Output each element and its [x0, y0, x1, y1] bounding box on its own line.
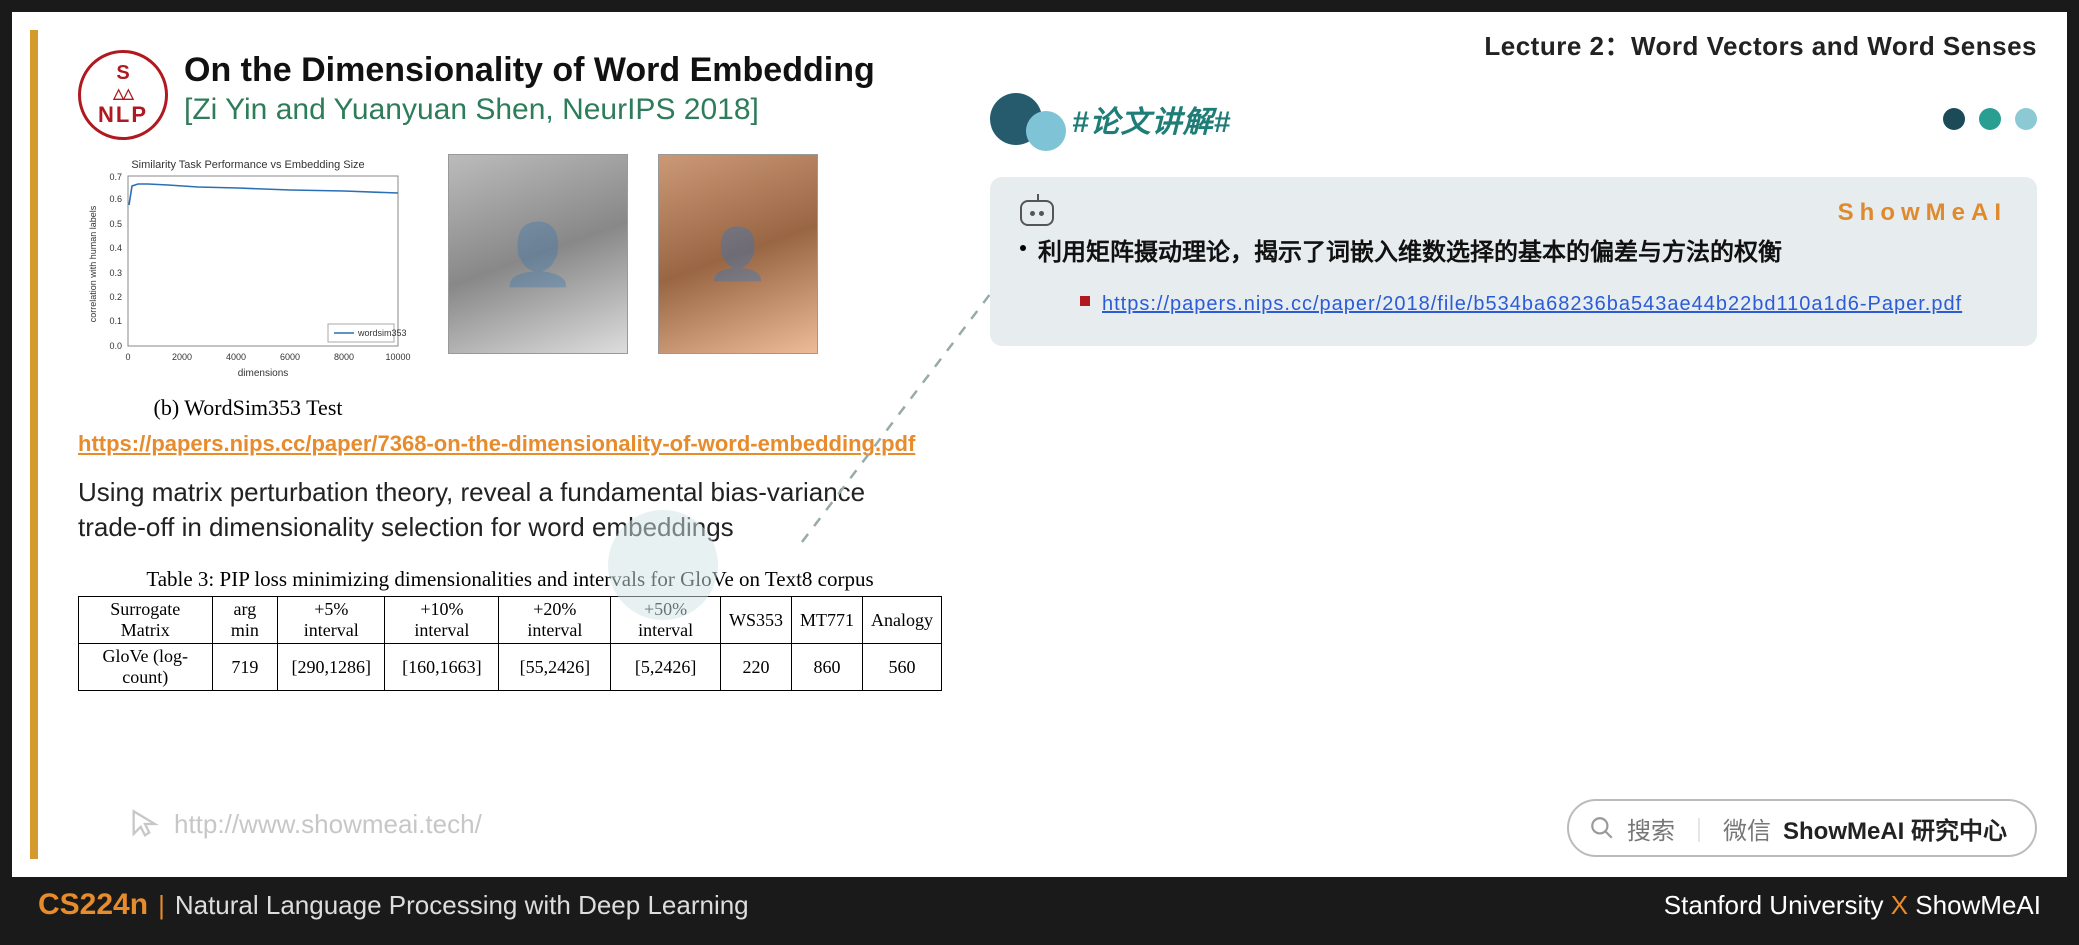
table-header: +20% interval — [499, 597, 611, 644]
table-header: WS353 — [720, 597, 791, 644]
table-cell: [5,2426] — [611, 644, 721, 691]
brand-label: ShowMeAI — [1838, 199, 2007, 227]
svg-text:0.2: 0.2 — [109, 292, 122, 302]
pip-table: Table 3: PIP loss minimizing dimensional… — [78, 567, 942, 691]
table-header: Analogy — [862, 597, 941, 644]
svg-text:4000: 4000 — [226, 352, 246, 362]
watermark: http://www.showmeai.tech/ — [128, 807, 482, 841]
chart-svg: Similarity Task Performance vs Embedding… — [78, 154, 418, 384]
stanford-nlp-logo: S △△ NLP — [78, 50, 168, 140]
section-icon — [990, 93, 1060, 145]
svg-text:0.5: 0.5 — [109, 219, 122, 229]
table-header: MT771 — [791, 597, 862, 644]
table-caption: Table 3: PIP loss minimizing dimensional… — [78, 567, 942, 592]
table-cell: 560 — [862, 644, 941, 691]
table-header: +5% interval — [278, 597, 385, 644]
slide-title: On the Dimensionality of Word Embedding — [184, 50, 875, 91]
annotation-link[interactable]: https://papers.nips.cc/paper/2018/file/b… — [1102, 288, 1962, 320]
search-sep: ｜ — [1687, 811, 1711, 846]
slide-description: Using matrix perturbation theory, reveal… — [78, 475, 898, 545]
search-bold: ShowMeAI 研究中心 — [1783, 811, 2007, 846]
author-photo-1: 👤 — [448, 154, 628, 354]
similarity-chart: Similarity Task Performance vs Embedding… — [78, 154, 418, 421]
svg-text:8000: 8000 — [334, 352, 354, 362]
paper-link[interactable]: https://papers.nips.cc/paper/7368-on-the… — [78, 431, 942, 457]
table-row: GloVe (log-count)719[290,1286][160,1663]… — [79, 644, 942, 691]
svg-text:0.1: 0.1 — [109, 316, 122, 326]
accent-circle — [608, 510, 718, 620]
chart-series-line — [129, 184, 398, 205]
slide-subtitle: [Zi Yin and Yuanyuan Shen, NeurIPS 2018] — [184, 93, 875, 127]
footer-university: Stanford University — [1664, 890, 1884, 920]
chart-caption: (b) WordSim353 Test — [78, 395, 418, 421]
svg-text:0.7: 0.7 — [109, 172, 122, 182]
svg-text:0: 0 — [125, 352, 130, 362]
svg-text:10000: 10000 — [385, 352, 410, 362]
svg-text:0.6: 0.6 — [109, 194, 122, 204]
square-bullet-icon — [1080, 296, 1090, 306]
footer-course: CS224n — [38, 888, 148, 922]
svg-text:2000: 2000 — [172, 352, 192, 362]
lecture-title: Lecture 2：Word Vectors and Word Senses — [990, 26, 2037, 63]
bullet-dot — [1020, 245, 1026, 251]
svg-text:0.3: 0.3 — [109, 268, 122, 278]
table-cell: 220 — [720, 644, 791, 691]
footer-brand: ShowMeAI — [1915, 890, 2041, 920]
author-photo-2: 👤 — [658, 154, 818, 354]
robot-icon — [1020, 200, 1054, 226]
chart-ylabel: correlation with human labels — [88, 205, 98, 322]
svg-text:0.4: 0.4 — [109, 243, 122, 253]
svg-text:6000: 6000 — [280, 352, 300, 362]
table-cell: [55,2426] — [499, 644, 611, 691]
cursor-icon — [128, 807, 162, 841]
table-cell: 719 — [212, 644, 278, 691]
chart-xlabel: dimensions — [238, 368, 289, 379]
search-label-2: 微信 — [1723, 811, 1771, 846]
annotation-card: ShowMeAI 利用矩阵摄动理论，揭示了词嵌入维数选择的基本的偏差与方法的权衡… — [990, 177, 2037, 346]
search-label-1: 搜索 — [1627, 811, 1675, 846]
footer-x: X — [1891, 890, 1908, 920]
annotation-text: 利用矩阵摄动理论，揭示了词嵌入维数选择的基本的偏差与方法的权衡 — [1038, 233, 1782, 274]
search-box[interactable]: 搜索 ｜ 微信 ShowMeAI 研究中心 — [1567, 799, 2037, 857]
chart-legend: wordsim353 — [357, 328, 407, 338]
table-header: +10% interval — [385, 597, 499, 644]
footer-subtitle: Natural Language Processing with Deep Le… — [175, 890, 749, 921]
search-icon — [1589, 815, 1615, 841]
svg-text:0.0: 0.0 — [109, 341, 122, 351]
table-cell: [160,1663] — [385, 644, 499, 691]
table-cell: [290,1286] — [278, 644, 385, 691]
slide: S △△ NLP On the Dimensionality of Word E… — [30, 30, 960, 859]
table-cell: 860 — [791, 644, 862, 691]
section-hash: #论文讲解# — [1072, 97, 1231, 141]
footer: CS224n | Natural Language Processing wit… — [12, 877, 2067, 933]
table-cell: GloVe (log-count) — [79, 644, 213, 691]
table-header: arg min — [212, 597, 278, 644]
table-header: Surrogate Matrix — [79, 597, 213, 644]
decor-dots — [1943, 108, 2037, 130]
chart-title: Similarity Task Performance vs Embedding… — [131, 159, 364, 171]
